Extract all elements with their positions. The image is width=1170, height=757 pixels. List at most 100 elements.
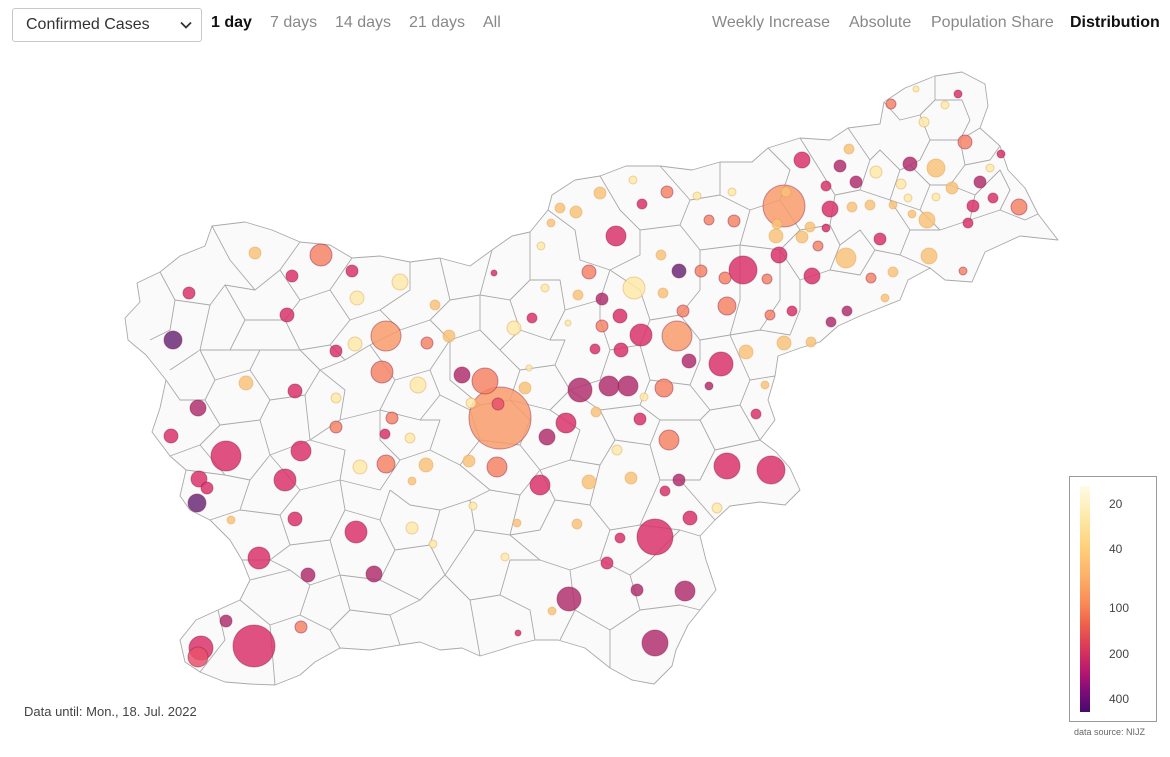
case-bubble[interactable]: [629, 323, 653, 347]
case-bubble[interactable]: [294, 620, 308, 634]
case-bubble[interactable]: [973, 175, 987, 189]
case-bubble[interactable]: [821, 200, 839, 218]
case-bubble[interactable]: [761, 273, 773, 285]
case-bubble[interactable]: [727, 187, 737, 197]
case-bubble[interactable]: [290, 440, 312, 462]
case-bubble[interactable]: [491, 397, 505, 411]
case-bubble[interactable]: [418, 457, 434, 473]
case-bubble[interactable]: [996, 149, 1006, 159]
case-bubble[interactable]: [764, 309, 776, 321]
case-bubble[interactable]: [812, 240, 824, 252]
case-bubble[interactable]: [279, 307, 295, 323]
case-bubble[interactable]: [540, 283, 550, 293]
tab-weekly-increase[interactable]: Weekly Increase: [712, 14, 830, 32]
case-bubble[interactable]: [654, 378, 674, 398]
case-bubble[interactable]: [365, 565, 383, 583]
case-bubble[interactable]: [639, 392, 649, 402]
case-bubble[interactable]: [738, 344, 754, 360]
case-bubble[interactable]: [657, 287, 669, 299]
tab-population-share[interactable]: Population Share: [931, 14, 1054, 32]
case-bubble[interactable]: [833, 159, 847, 173]
case-bubble[interactable]: [546, 218, 556, 228]
case-bubble[interactable]: [376, 454, 396, 474]
case-bubble[interactable]: [636, 198, 648, 210]
case-bubble[interactable]: [661, 320, 693, 352]
case-bubble[interactable]: [238, 375, 254, 391]
case-bubble[interactable]: [713, 452, 741, 480]
case-bubble[interactable]: [805, 336, 817, 348]
case-bubble[interactable]: [529, 474, 551, 496]
case-bubble[interactable]: [711, 502, 723, 514]
case-bubble[interactable]: [1010, 198, 1028, 216]
case-bubble[interactable]: [163, 330, 183, 350]
case-bubble[interactable]: [708, 351, 734, 377]
case-bubble[interactable]: [512, 518, 522, 528]
case-bubble[interactable]: [613, 342, 629, 358]
case-bubble[interactable]: [564, 319, 572, 327]
case-bubble[interactable]: [420, 336, 434, 350]
case-bubble[interactable]: [555, 412, 577, 434]
case-bubble[interactable]: [581, 474, 597, 490]
case-bubble[interactable]: [379, 428, 391, 440]
case-bubble[interactable]: [628, 175, 638, 185]
case-bubble[interactable]: [793, 151, 811, 169]
case-bubble[interactable]: [780, 186, 792, 198]
case-bubble[interactable]: [681, 353, 697, 369]
case-bubble[interactable]: [957, 134, 973, 150]
case-bubble[interactable]: [750, 408, 762, 420]
case-bubble[interactable]: [918, 116, 930, 128]
case-bubble[interactable]: [985, 163, 995, 173]
case-bubble[interactable]: [611, 444, 623, 456]
case-bubble[interactable]: [538, 428, 556, 446]
case-bubble[interactable]: [500, 552, 510, 562]
case-bubble[interactable]: [593, 186, 607, 200]
case-bubble[interactable]: [902, 156, 918, 172]
case-bubble[interactable]: [945, 181, 959, 195]
case-bubble[interactable]: [918, 211, 936, 229]
case-bubble[interactable]: [660, 185, 674, 199]
case-bubble[interactable]: [920, 247, 938, 265]
case-bubble[interactable]: [590, 406, 602, 418]
case-bubble[interactable]: [344, 520, 368, 544]
case-bubble[interactable]: [931, 192, 941, 202]
case-bubble[interactable]: [624, 471, 638, 485]
case-bubble[interactable]: [567, 377, 593, 403]
case-bubble[interactable]: [273, 468, 297, 492]
case-bubble[interactable]: [287, 511, 303, 527]
case-bubble[interactable]: [595, 319, 609, 333]
case-bubble[interactable]: [514, 629, 522, 637]
case-bubble[interactable]: [718, 271, 732, 285]
case-bubble[interactable]: [428, 539, 438, 549]
case-bubble[interactable]: [958, 266, 968, 276]
case-bubble[interactable]: [349, 290, 365, 306]
case-bubble[interactable]: [163, 428, 179, 444]
case-bubble[interactable]: [453, 366, 471, 384]
case-bubble[interactable]: [659, 485, 671, 497]
case-bubble[interactable]: [843, 143, 855, 155]
case-bubble[interactable]: [556, 586, 582, 612]
case-bubble[interactable]: [468, 386, 532, 450]
case-bubble[interactable]: [940, 100, 950, 110]
case-bubble[interactable]: [345, 264, 359, 278]
case-bubble[interactable]: [490, 269, 498, 277]
case-bubble[interactable]: [682, 510, 698, 526]
case-bubble[interactable]: [717, 296, 737, 316]
case-bubble[interactable]: [407, 476, 417, 486]
case-bubble[interactable]: [786, 305, 798, 317]
case-bubble[interactable]: [692, 191, 702, 201]
metric-select[interactable]: Confirmed Cases: [12, 8, 202, 42]
case-bubble[interactable]: [760, 380, 770, 390]
case-bubble[interactable]: [655, 249, 667, 261]
case-bubble[interactable]: [804, 221, 816, 233]
case-bubble[interactable]: [987, 192, 999, 204]
case-bubble[interactable]: [887, 266, 899, 278]
case-bubble[interactable]: [404, 432, 416, 444]
case-bubble[interactable]: [704, 381, 714, 391]
case-bubble[interactable]: [329, 420, 343, 434]
case-bubble[interactable]: [309, 243, 333, 267]
case-bubble[interactable]: [703, 214, 715, 226]
case-bubble[interactable]: [865, 272, 877, 284]
case-bubble[interactable]: [612, 308, 628, 324]
case-bubble[interactable]: [598, 375, 620, 397]
case-bubble[interactable]: [370, 360, 394, 384]
